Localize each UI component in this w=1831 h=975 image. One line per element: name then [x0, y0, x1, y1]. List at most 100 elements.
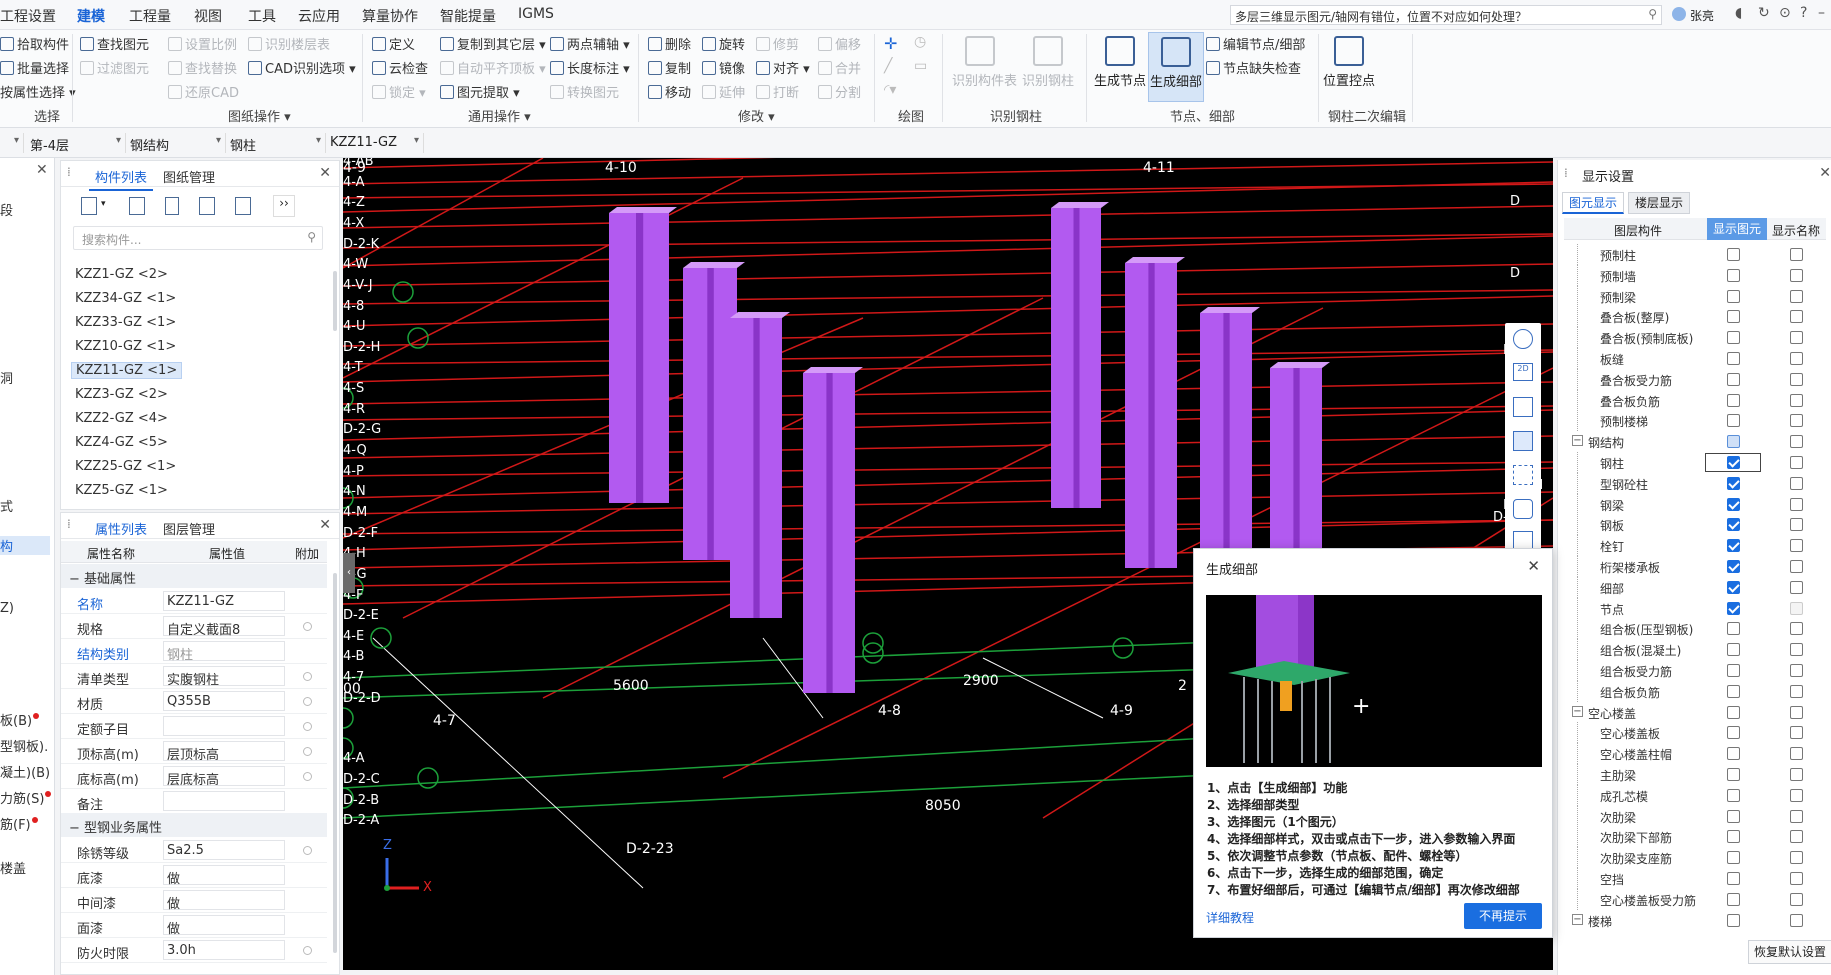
list-item[interactable]: KZZ25-GZ <1>	[75, 459, 176, 474]
trim-button[interactable]: 修剪	[756, 34, 799, 53]
minimize-icon[interactable]: –	[1818, 5, 1825, 21]
cube-view-icon[interactable]	[1513, 397, 1533, 417]
display-row[interactable]: 叠合板负筋	[1558, 389, 1831, 411]
header-show-element[interactable]: 显示图元	[1707, 218, 1767, 240]
nav-item[interactable]: 楼盖	[0, 858, 26, 877]
set-scale-button[interactable]: 设置比例	[168, 34, 237, 53]
property-value[interactable]: 层顶标高	[163, 741, 285, 763]
show-element-checkbox[interactable]	[1727, 539, 1740, 553]
layer-copy-icon[interactable]	[199, 197, 215, 215]
line-draw-icon[interactable]: ╱	[884, 58, 892, 74]
show-name-checkbox[interactable]	[1790, 518, 1803, 532]
display-row[interactable]: 钢板	[1558, 514, 1831, 536]
show-element-checkbox[interactable]	[1727, 518, 1740, 532]
display-row[interactable]: 预制梁	[1558, 285, 1831, 307]
rect-draw-icon[interactable]: ▭	[914, 58, 927, 74]
settings-icon[interactable]: ⊙	[1779, 5, 1791, 21]
display-row[interactable]: 钢梁	[1558, 493, 1831, 515]
copy-button[interactable]: 复制	[648, 58, 691, 77]
show-element-checkbox[interactable]	[1727, 310, 1740, 324]
type-dropdown[interactable]: 钢柱	[226, 133, 326, 154]
define-button[interactable]: 定义	[372, 34, 415, 53]
display-row[interactable]: − 楼梯	[1558, 910, 1831, 931]
property-value[interactable]	[163, 716, 285, 736]
show-element-checkbox[interactable]	[1727, 913, 1740, 927]
display-row[interactable]: 次肋梁下部筋	[1558, 826, 1831, 848]
close-icon[interactable]: ✕	[1819, 165, 1831, 181]
orbit-icon[interactable]	[1513, 329, 1533, 349]
show-name-checkbox[interactable]	[1790, 768, 1803, 781]
show-element-checkbox[interactable]	[1727, 414, 1740, 428]
nav-item[interactable]: 筋(F)	[0, 814, 38, 833]
list-item[interactable]: KZZ2-GZ <4>	[75, 411, 168, 426]
close-icon[interactable]: ✕	[1527, 557, 1540, 575]
new-icon[interactable]	[81, 197, 97, 215]
length-dim-button[interactable]: 长度标注 ▾	[550, 58, 630, 77]
split-button[interactable]: 分割	[818, 82, 861, 101]
recog-comp-table-button[interactable]: 识别构件表	[952, 32, 1017, 102]
display-row[interactable]: 组合板(混凝土)	[1558, 639, 1831, 661]
3d-view-icon[interactable]	[1513, 431, 1533, 451]
display-row[interactable]: 叠合板(预制底板)	[1558, 327, 1831, 349]
edit-node-detail-button[interactable]: 编辑节点/细部	[1206, 34, 1305, 53]
show-name-checkbox[interactable]	[1790, 393, 1803, 407]
show-element-checkbox[interactable]	[1727, 622, 1740, 636]
help-search-input[interactable]: 多层三维显示图元/轴网有错位，位置不对应如何处理？ ⚲	[1230, 5, 1662, 25]
display-row[interactable]: 细部	[1558, 576, 1831, 598]
cloud-check-button[interactable]: 云检查	[372, 58, 428, 77]
select-by-attr-button[interactable]: 按属性选择 ▾	[0, 82, 76, 101]
property-value[interactable]: KZZ11-GZ	[163, 591, 285, 611]
show-name-checkbox[interactable]	[1790, 747, 1803, 761]
property-value[interactable]: 做	[163, 890, 285, 912]
property-value[interactable]: 做	[163, 865, 285, 887]
show-name-checkbox[interactable]	[1790, 310, 1803, 324]
component-dropdown[interactable]: KZZ11-GZ	[326, 133, 424, 153]
show-name-checkbox[interactable]	[1790, 289, 1803, 303]
cad-options-button[interactable]: CAD识别选项 ▾	[248, 58, 356, 77]
display-row[interactable]: 组合板负筋	[1558, 680, 1831, 702]
list-item-selected[interactable]: KZZ11-GZ <1>	[71, 362, 183, 379]
tab-property-list[interactable]: 属性列表	[88, 519, 154, 543]
show-name-checkbox[interactable]	[1790, 497, 1803, 511]
show-element-checkbox[interactable]	[1727, 497, 1740, 511]
list-item[interactable]: KZZ33-GZ <1>	[75, 315, 176, 330]
show-name-checkbox[interactable]	[1790, 435, 1803, 449]
collapse-toggle-icon[interactable]: −	[1572, 913, 1583, 925]
show-element-checkbox[interactable]	[1727, 248, 1740, 261]
show-element-checkbox[interactable]	[1727, 372, 1740, 386]
menu-cloud[interactable]: 云应用	[298, 6, 340, 26]
recog-floor-table-button[interactable]: 识别楼层表	[248, 34, 330, 53]
property-value[interactable]: 做	[163, 915, 285, 937]
menu-igms[interactable]: IGMS	[518, 6, 554, 22]
display-row[interactable]: 成孔芯模	[1558, 784, 1831, 806]
show-element-checkbox[interactable]	[1727, 726, 1740, 740]
display-row[interactable]: 型钢砼柱	[1558, 472, 1831, 494]
show-element-checkbox[interactable]	[1727, 352, 1740, 365]
property-value[interactable]: 钢柱	[163, 641, 285, 663]
nav-item-active[interactable]: 构	[0, 536, 50, 555]
show-name-checkbox[interactable]	[1790, 331, 1803, 345]
nav-item[interactable]: 型钢板).	[0, 736, 48, 755]
node-missing-check-button[interactable]: 节点缺失检查	[1206, 58, 1301, 77]
tab-layer-manage[interactable]: 图层管理	[163, 519, 215, 538]
show-name-checkbox[interactable]	[1790, 539, 1803, 553]
display-row[interactable]: 节点	[1558, 597, 1831, 619]
avatar[interactable]	[1672, 7, 1686, 21]
point-draw-icon[interactable]: ✛	[884, 34, 897, 53]
menu-modeling[interactable]: 建模	[77, 6, 105, 32]
property-value[interactable]	[163, 791, 285, 811]
menu-view[interactable]: 视图	[194, 6, 222, 26]
rotate-button[interactable]: 旋转	[702, 34, 745, 53]
display-row[interactable]: 空心楼盖板受力筋	[1558, 888, 1831, 910]
help-icon[interactable]: ?	[1800, 5, 1807, 21]
show-name-checkbox[interactable]	[1790, 268, 1803, 282]
menu-collab[interactable]: 算量协作	[362, 6, 418, 26]
show-name-checkbox[interactable]	[1790, 788, 1803, 802]
show-name-checkbox[interactable]	[1790, 414, 1803, 428]
refresh-icon[interactable]: ↻	[1758, 5, 1770, 21]
nav-item[interactable]: 凝土)(B)	[0, 762, 50, 781]
show-element-checkbox[interactable]	[1727, 580, 1740, 594]
pick-component-button[interactable]: 拾取构件	[0, 34, 69, 53]
extra-toggle[interactable]	[303, 622, 312, 631]
extra-toggle[interactable]	[303, 747, 312, 756]
